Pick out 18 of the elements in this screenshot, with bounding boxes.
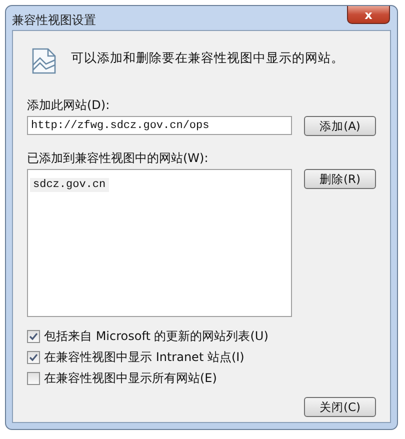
- website-list[interactable]: sdcz.gov.cn: [27, 169, 292, 317]
- list-label: 已添加到兼容性视图中的网站(W):: [27, 150, 210, 167]
- window-title: 兼容性视图设置: [12, 12, 96, 29]
- checkbox-label: 在兼容性视图中显示 Intranet 站点(I): [44, 349, 244, 366]
- close-dialog-button[interactable]: 关闭(C): [304, 397, 376, 417]
- checkbox-label: 在兼容性视图中显示所有网站(E): [44, 370, 217, 387]
- checkbox-label: 包括来自 Microsoft 的更新的网站列表(U): [44, 328, 268, 345]
- checkbox[interactable]: [27, 372, 40, 385]
- close-button[interactable]: x: [347, 6, 390, 24]
- image-icon: [31, 47, 57, 75]
- website-list-item[interactable]: sdcz.gov.cn: [30, 178, 109, 192]
- remove-button[interactable]: 删除(R): [304, 169, 376, 189]
- website-input-field[interactable]: http://zfwg.sdcz.gov.cn/ops: [27, 116, 292, 135]
- intro-text: 可以添加和删除要在兼容性视图中显示的网站。: [71, 50, 344, 67]
- checkbox[interactable]: [27, 351, 40, 364]
- checkbox[interactable]: [27, 330, 40, 343]
- add-button[interactable]: 添加(A): [304, 116, 376, 136]
- field-label: 添加此网站(D):: [27, 97, 111, 114]
